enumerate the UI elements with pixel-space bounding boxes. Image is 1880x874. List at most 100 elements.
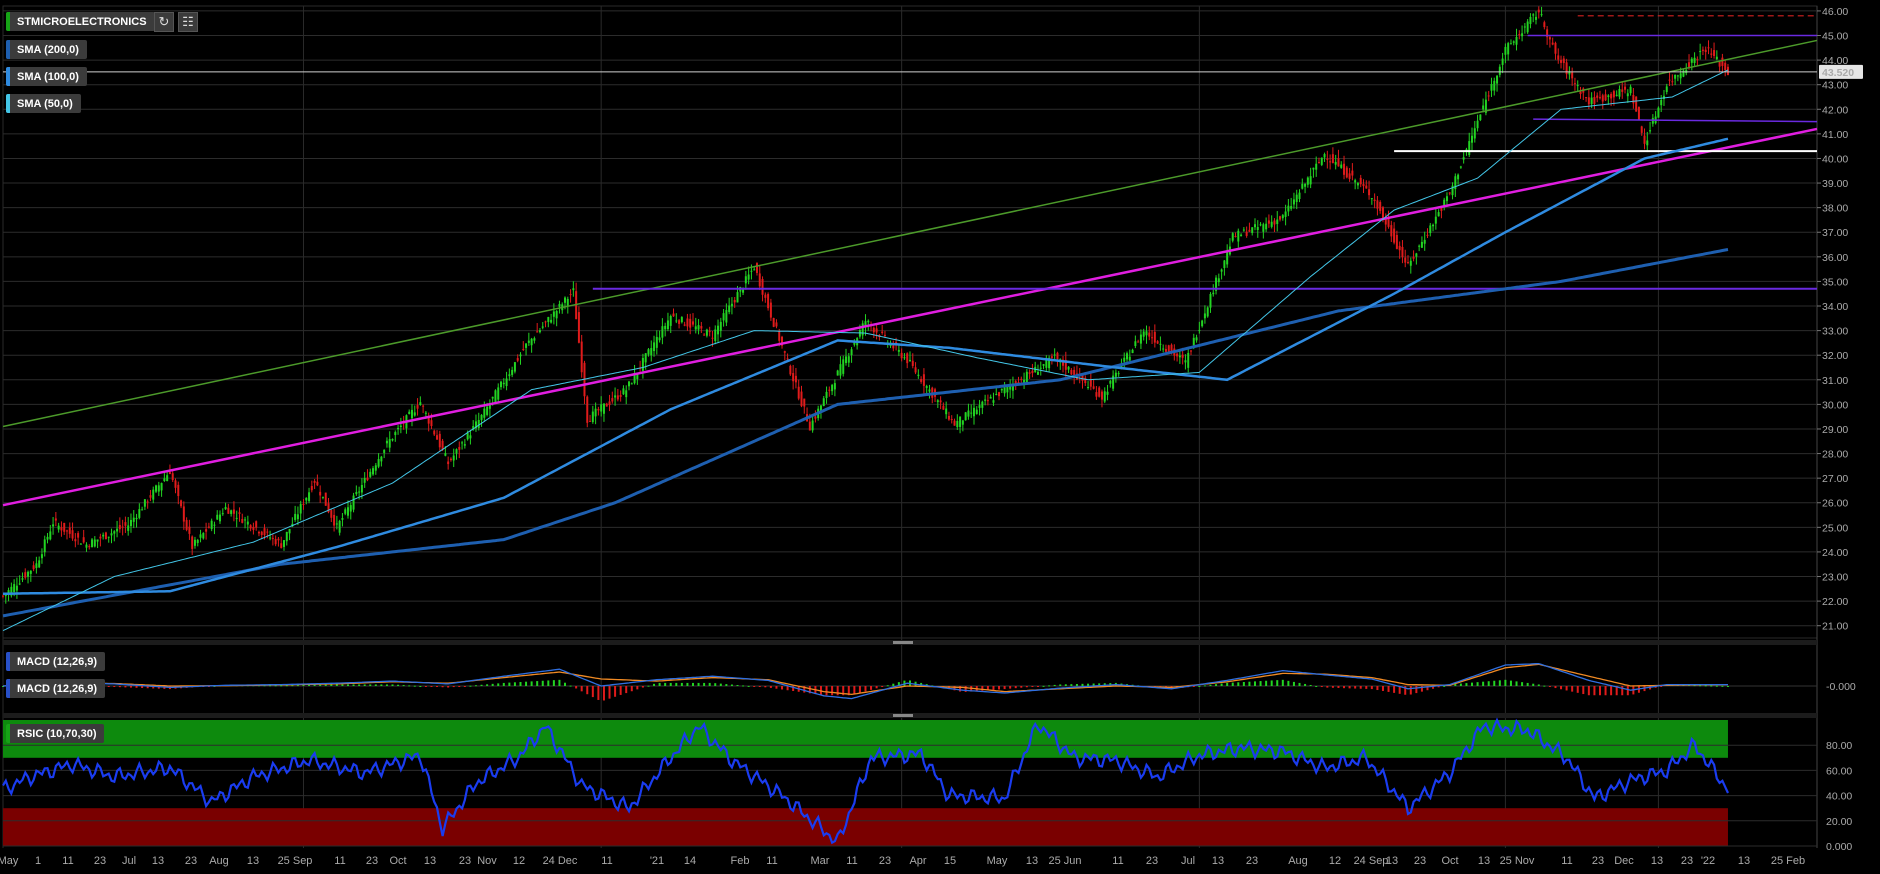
sma200-color-swatch (6, 40, 10, 59)
x-tick-label: 1 (35, 855, 41, 867)
candle (1548, 37, 1551, 40)
candle (1251, 227, 1254, 233)
macd-histogram-bar (1009, 686, 1012, 689)
candle (1512, 41, 1515, 43)
macd-histogram-bar (575, 686, 578, 689)
instrument-color-swatch (6, 12, 10, 31)
candle (1262, 224, 1265, 232)
candle (1356, 183, 1359, 186)
candle (296, 514, 299, 520)
candle (544, 321, 547, 323)
candle (1601, 95, 1604, 102)
macd-histogram-bar (296, 685, 299, 687)
macd-legend-2[interactable]: MACD (12,26,9) (6, 679, 106, 698)
candle (1292, 199, 1295, 205)
candle (60, 527, 63, 531)
candle (1498, 66, 1501, 75)
candle (1128, 356, 1131, 361)
candle (1198, 329, 1201, 331)
candle (241, 518, 244, 523)
macd-histogram-bar (1726, 686, 1729, 687)
y-tick-label: 22.00 (1822, 596, 1848, 608)
rsic-label: RSIC (10,70,30) (17, 727, 97, 740)
candle (430, 420, 433, 427)
macd-histogram-bar (1220, 683, 1223, 686)
chart-settings-button[interactable]: ☷ (178, 12, 198, 32)
candle (597, 409, 600, 411)
candle (280, 543, 283, 548)
macd-histogram-bar (647, 685, 650, 687)
candle (1459, 166, 1462, 168)
candle (1190, 350, 1193, 352)
rsi-y-tick-label: 80.00 (1826, 740, 1852, 752)
candle (1407, 262, 1410, 264)
candle (35, 563, 38, 568)
candle (1306, 177, 1309, 185)
candle (1540, 14, 1543, 16)
x-tick-label: 11 (62, 855, 73, 867)
candle (614, 395, 617, 398)
macd-histogram-bar (831, 686, 834, 696)
candle (1618, 89, 1621, 97)
candle (1320, 157, 1323, 165)
macd-histogram-bar (825, 686, 828, 696)
refresh-button[interactable]: ↻ (154, 12, 174, 32)
candle (449, 458, 452, 461)
macd-histogram-bar (408, 685, 411, 687)
candle (625, 390, 628, 398)
candle (1334, 161, 1337, 165)
candle (1348, 173, 1351, 179)
candle (911, 360, 914, 366)
sma200-legend[interactable]: SMA (200,0) (6, 40, 87, 59)
candle (914, 367, 917, 373)
sma100-legend[interactable]: SMA (100,0) (6, 67, 87, 86)
candle (346, 507, 349, 516)
candle (1610, 93, 1613, 99)
candle (1137, 341, 1140, 343)
candle (1612, 91, 1615, 98)
macd-histogram-bar (691, 682, 694, 686)
macd-legend-1[interactable]: MACD (12,26,9) (6, 652, 106, 671)
macd-histogram-bar (480, 684, 483, 686)
macd-histogram-bar (358, 684, 361, 686)
candle (1089, 379, 1092, 387)
candle (205, 529, 208, 532)
candle (458, 446, 461, 450)
candle (956, 421, 959, 428)
candle (527, 340, 530, 343)
x-tick-label: 11 (334, 855, 345, 867)
candle (1265, 223, 1268, 230)
macd-histogram-bar (530, 681, 533, 686)
instrument-legend[interactable]: STMICROELECTRONICS (6, 12, 155, 31)
macd-histogram-bar (992, 686, 995, 690)
candle (1473, 128, 1476, 139)
candle (602, 403, 605, 414)
candle (1126, 353, 1129, 360)
sma50-legend[interactable]: SMA (50,0) (6, 94, 81, 113)
candle (767, 294, 770, 309)
candle (678, 320, 681, 324)
x-tick-label: 23 (366, 855, 378, 867)
candle (1640, 126, 1643, 133)
candle (1103, 391, 1106, 402)
candle (533, 338, 536, 341)
candle (1114, 372, 1117, 377)
candle (1596, 95, 1599, 98)
rsic-legend[interactable]: RSIC (10,70,30) (6, 724, 105, 743)
x-tick-label: Apr (909, 855, 926, 867)
candle (775, 322, 778, 327)
candle (1039, 367, 1042, 369)
macd-histogram-bar (302, 685, 305, 687)
macd-histogram-bar (319, 684, 322, 686)
candle (1134, 341, 1137, 346)
macd-histogram-bar (1415, 686, 1418, 694)
candle (335, 523, 338, 525)
candle (1518, 34, 1521, 36)
candle (1434, 216, 1437, 224)
macd-histogram-bar (1543, 685, 1546, 687)
candle (1315, 163, 1318, 170)
x-tick-label: 23 (879, 855, 891, 867)
y-tick-label: 34.00 (1822, 301, 1848, 313)
x-tick-label: Feb (731, 855, 750, 867)
candle (416, 405, 419, 409)
